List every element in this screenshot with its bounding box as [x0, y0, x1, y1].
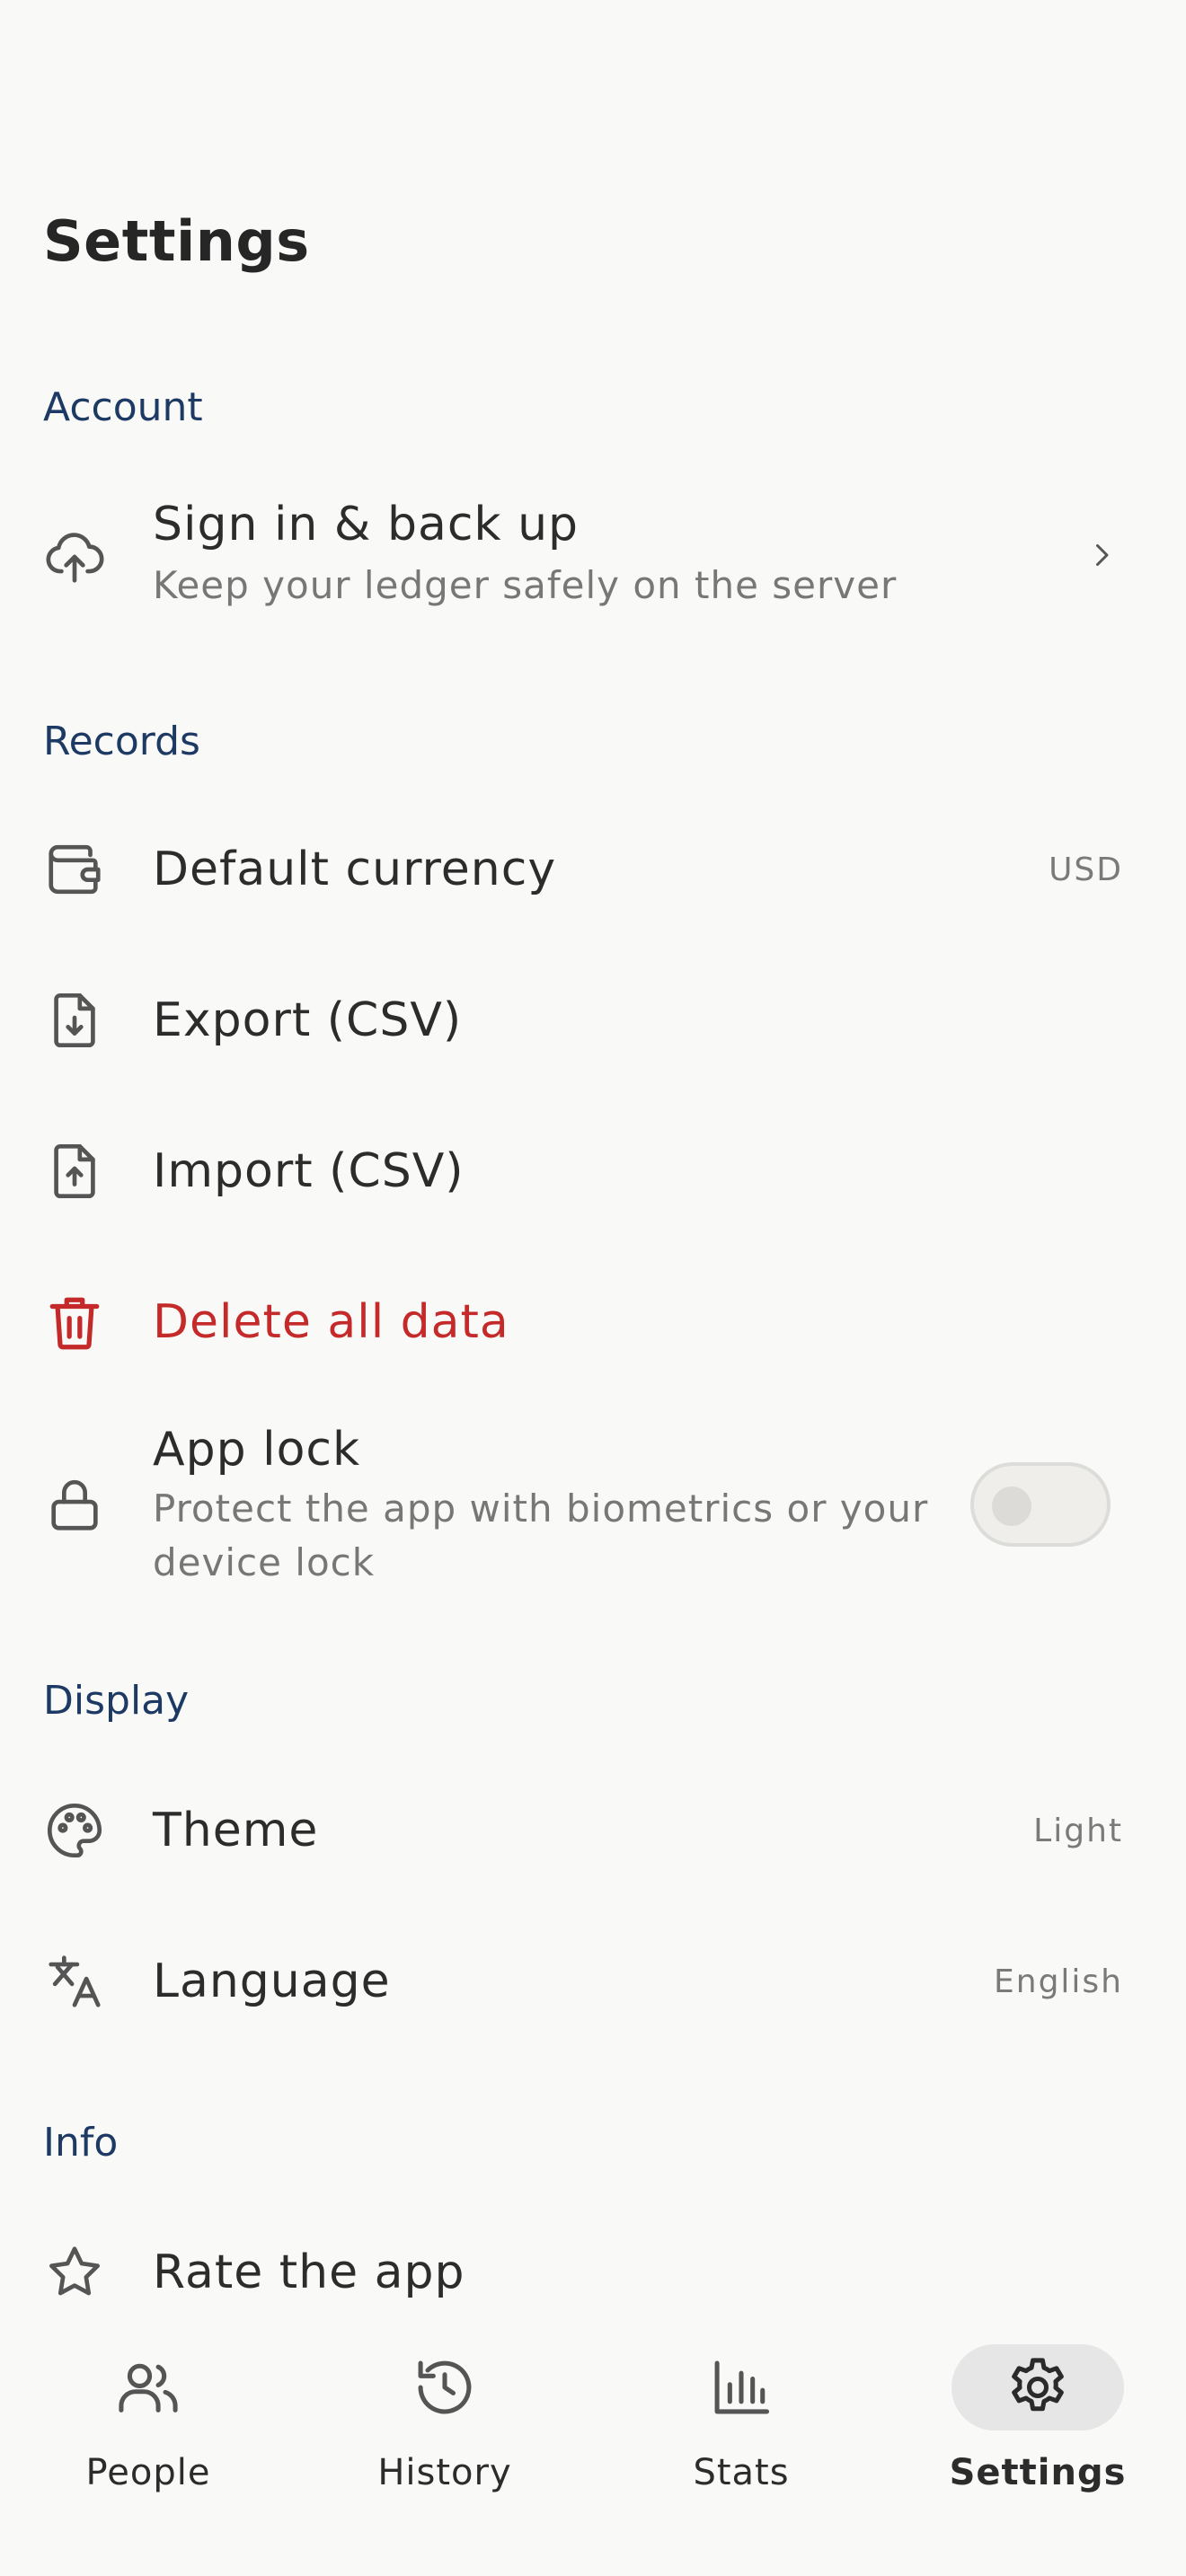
people-icon [119, 2363, 178, 2413]
app-lock-row[interactable]: App lock Protect the app with biometrics… [0, 1410, 1186, 1599]
app-lock-toggle[interactable] [970, 1462, 1111, 1547]
stats-icon [714, 2360, 770, 2414]
toggle-knob [992, 1486, 1031, 1526]
page-title: Settings [43, 208, 310, 274]
language-row[interactable]: Language English [0, 1919, 1186, 2044]
nav-people-label: People [85, 2452, 211, 2493]
signin-subtitle: Keep your ledger safely on the server [153, 563, 898, 607]
star-icon [43, 2241, 106, 2304]
theme-label: Theme [153, 1804, 319, 1857]
nav-history-label: History [377, 2452, 512, 2493]
trash-icon [43, 1291, 106, 1354]
export-csv-label: Export (CSV) [153, 993, 463, 1047]
palette-icon [43, 1799, 106, 1862]
lock-icon [43, 1473, 106, 1536]
import-csv-row[interactable]: Import (CSV) [0, 1108, 1186, 1234]
section-header-info: Info [43, 2120, 119, 2166]
history-icon [418, 2360, 472, 2414]
export-csv-row[interactable]: Export (CSV) [0, 957, 1186, 1083]
app-lock-label: App lock [153, 1423, 361, 1477]
gear-icon [1012, 2358, 1064, 2412]
file-upload-icon [43, 1140, 106, 1203]
delete-all-data-row[interactable]: Delete all data [0, 1259, 1186, 1385]
nav-stats[interactable]: Stats [593, 2328, 890, 2544]
default-currency-label: Default currency [153, 842, 557, 896]
nav-people[interactable]: People [0, 2328, 296, 2544]
settings-screen: Settings Account Sign in & back up Keep … [0, 0, 1186, 2576]
rate-app-label: Rate the app [153, 2245, 465, 2299]
nav-history[interactable]: History [296, 2328, 593, 2544]
wallet-icon [43, 838, 106, 901]
theme-row[interactable]: Theme Light [0, 1768, 1186, 1893]
cloud-upload-icon [43, 525, 106, 588]
section-header-display: Display [43, 1678, 190, 1724]
signin-title: Sign in & back up [153, 498, 580, 551]
bottom-navigation: People History Stats Settings [0, 2310, 1186, 2576]
nav-stats-label: Stats [693, 2452, 790, 2493]
import-csv-label: Import (CSV) [153, 1144, 465, 1198]
app-lock-subtitle-line1: Protect the app with biometrics or your [153, 1486, 929, 1531]
app-lock-subtitle-line2: device lock [153, 1540, 376, 1584]
language-label: Language [153, 1954, 391, 2008]
file-download-icon [43, 989, 106, 1052]
chevron-right-icon [1096, 544, 1109, 566]
nav-settings-label: Settings [949, 2452, 1127, 2493]
default-currency-value: USD [1049, 851, 1123, 888]
theme-value: Light [1033, 1813, 1123, 1849]
signin-backup-row[interactable]: Sign in & back up Keep your ledger safel… [0, 485, 1186, 629]
delete-all-data-label: Delete all data [153, 1295, 509, 1349]
default-currency-row[interactable]: Default currency USD [0, 807, 1186, 932]
section-header-records: Records [43, 719, 200, 764]
language-value: English [994, 1963, 1123, 2000]
nav-settings[interactable]: Settings [890, 2328, 1186, 2544]
translate-icon [43, 1950, 106, 2013]
section-header-account: Account [43, 384, 203, 430]
